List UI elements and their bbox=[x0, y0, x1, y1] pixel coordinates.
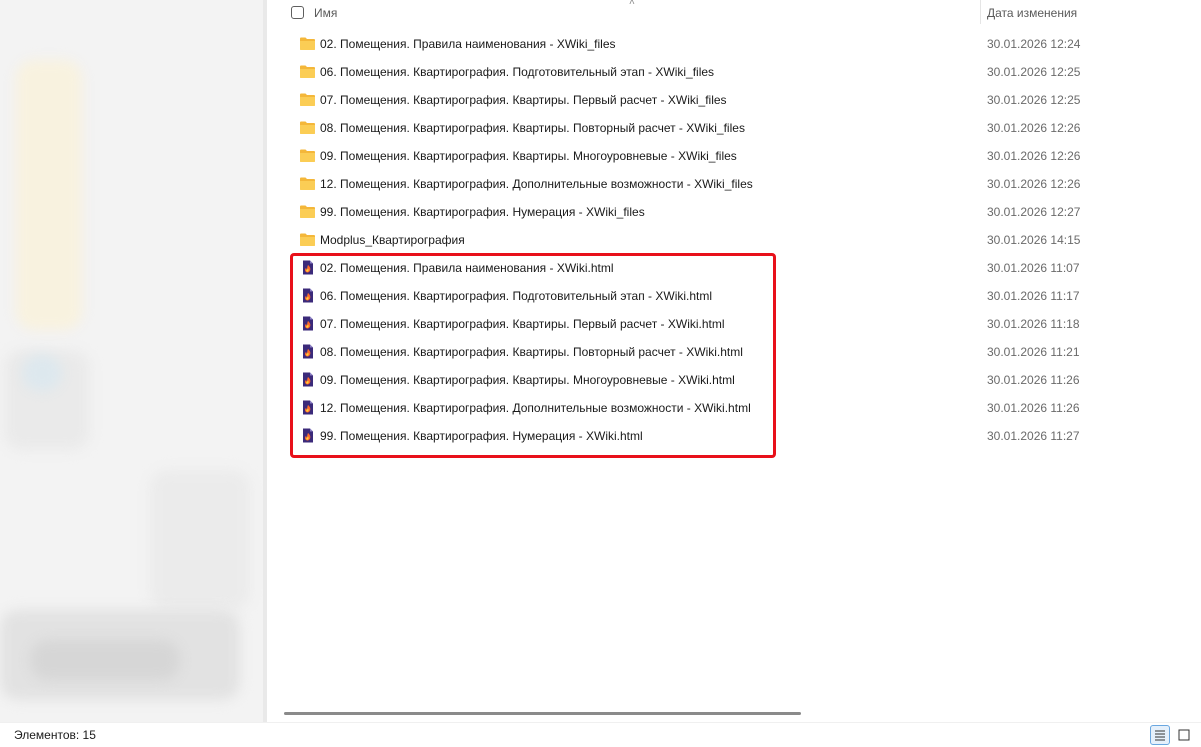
date-modified: 30.01.2026 12:27 bbox=[987, 205, 1081, 219]
html-file-icon bbox=[299, 428, 316, 443]
file-row[interactable]: 12. Помещения. Квартирография. Дополните… bbox=[267, 394, 1201, 422]
sort-chevron-up-icon: ˄ bbox=[629, 0, 635, 8]
folder-row[interactable]: 12. Помещения. Квартирография. Дополните… bbox=[267, 170, 1201, 198]
file-name: 09. Помещения. Квартирография. Квартиры.… bbox=[320, 373, 735, 387]
date-modified: 30.01.2026 12:25 bbox=[987, 93, 1081, 107]
file-name: 08. Помещения. Квартирография. Квартиры.… bbox=[320, 121, 745, 135]
folder-icon bbox=[299, 64, 316, 79]
date-modified: 30.01.2026 12:26 bbox=[987, 121, 1081, 135]
details-view-icon bbox=[1155, 730, 1165, 741]
folder-row[interactable]: 09. Помещения. Квартирография. Квартиры.… bbox=[267, 142, 1201, 170]
folder-icon bbox=[299, 92, 316, 107]
date-modified: 30.01.2026 14:15 bbox=[987, 233, 1081, 247]
item-count: Элементов: 15 bbox=[14, 728, 96, 742]
date-modified: 30.01.2026 11:26 bbox=[987, 373, 1080, 387]
date-modified: 30.01.2026 11:26 bbox=[987, 401, 1080, 415]
file-rows: 02. Помещения. Правила наименования - XW… bbox=[267, 30, 1201, 450]
folder-row[interactable]: Modplus_Квартирография 30.01.2026 14:15 bbox=[267, 226, 1201, 254]
nav-blur-region bbox=[16, 60, 82, 330]
folder-icon bbox=[299, 120, 316, 135]
file-name: 12. Помещения. Квартирография. Дополните… bbox=[320, 401, 751, 415]
status-bar: Элементов: 15 bbox=[0, 722, 1201, 747]
column-separator[interactable] bbox=[980, 0, 981, 24]
file-row[interactable]: 08. Помещения. Квартирография. Квартиры.… bbox=[267, 338, 1201, 366]
file-row[interactable]: 99. Помещения. Квартирография. Нумерация… bbox=[267, 422, 1201, 450]
navigation-pane[interactable] bbox=[0, 0, 263, 722]
file-name: 99. Помещения. Квартирография. Нумерация… bbox=[320, 205, 645, 219]
file-row[interactable]: 02. Помещения. Правила наименования - XW… bbox=[267, 254, 1201, 282]
folder-row[interactable]: 06. Помещения. Квартирография. Подготови… bbox=[267, 58, 1201, 86]
html-file-icon bbox=[299, 260, 316, 275]
date-modified: 30.01.2026 12:26 bbox=[987, 177, 1081, 191]
date-modified: 30.01.2026 11:07 bbox=[987, 261, 1080, 275]
file-row[interactable]: 09. Помещения. Квартирография. Квартиры.… bbox=[267, 366, 1201, 394]
file-name: 07. Помещения. Квартирография. Квартиры.… bbox=[320, 317, 725, 331]
html-file-icon bbox=[299, 288, 316, 303]
column-header-name[interactable]: Имя bbox=[314, 6, 337, 20]
large-icons-view-button[interactable] bbox=[1174, 725, 1194, 745]
file-name: 06. Помещения. Квартирография. Подготови… bbox=[320, 65, 715, 79]
column-header-date-modified[interactable]: Дата изменения bbox=[987, 6, 1077, 20]
nav-blur-region bbox=[22, 355, 62, 391]
html-file-icon bbox=[299, 344, 316, 359]
file-name: 12. Помещения. Квартирография. Дополните… bbox=[320, 177, 753, 191]
folder-icon bbox=[299, 36, 316, 51]
file-row[interactable]: 06. Помещения. Квартирография. Подготови… bbox=[267, 282, 1201, 310]
html-file-icon bbox=[299, 372, 316, 387]
date-modified: 30.01.2026 12:26 bbox=[987, 149, 1081, 163]
date-modified: 30.01.2026 11:27 bbox=[987, 429, 1080, 443]
folder-row[interactable]: 02. Помещения. Правила наименования - XW… bbox=[267, 30, 1201, 58]
folder-icon bbox=[299, 176, 316, 191]
folder-row[interactable]: 07. Помещения. Квартирография. Квартиры.… bbox=[267, 86, 1201, 114]
file-name: 06. Помещения. Квартирография. Подготови… bbox=[320, 289, 713, 303]
date-modified: 30.01.2026 11:17 bbox=[987, 289, 1080, 303]
file-name: 99. Помещения. Квартирография. Нумерация… bbox=[320, 429, 643, 443]
details-view-button[interactable] bbox=[1150, 725, 1170, 745]
folder-row[interactable]: 99. Помещения. Квартирография. Нумерация… bbox=[267, 198, 1201, 226]
file-row[interactable]: 07. Помещения. Квартирография. Квартиры.… bbox=[267, 310, 1201, 338]
html-file-icon bbox=[299, 316, 316, 331]
folder-icon bbox=[299, 232, 316, 247]
file-name: 02. Помещения. Правила наименования - XW… bbox=[320, 37, 616, 51]
file-name: 09. Помещения. Квартирография. Квартиры.… bbox=[320, 149, 737, 163]
select-all-checkbox[interactable] bbox=[291, 6, 304, 19]
file-name: 02. Помещения. Правила наименования - XW… bbox=[320, 261, 614, 275]
horizontal-scrollbar[interactable] bbox=[284, 712, 801, 715]
html-file-icon bbox=[299, 400, 316, 415]
nav-blur-region bbox=[150, 470, 250, 610]
date-modified: 30.01.2026 11:21 bbox=[987, 345, 1080, 359]
file-list[interactable]: Имя ˄ Дата изменения 02. Помещения. Прав… bbox=[267, 0, 1201, 722]
date-modified: 30.01.2026 12:25 bbox=[987, 65, 1081, 79]
file-name: 08. Помещения. Квартирография. Квартиры.… bbox=[320, 345, 743, 359]
file-name: Modplus_Квартирография bbox=[320, 233, 465, 247]
folder-icon bbox=[299, 148, 316, 163]
date-modified: 30.01.2026 11:18 bbox=[987, 317, 1080, 331]
folder-icon bbox=[299, 204, 316, 219]
large-icons-view-icon bbox=[1178, 729, 1190, 741]
nav-blur-region bbox=[30, 640, 180, 680]
column-header-row: Имя ˄ Дата изменения bbox=[267, 0, 1201, 26]
date-modified: 30.01.2026 12:24 bbox=[987, 37, 1081, 51]
file-name: 07. Помещения. Квартирография. Квартиры.… bbox=[320, 93, 727, 107]
folder-row[interactable]: 08. Помещения. Квартирография. Квартиры.… bbox=[267, 114, 1201, 142]
